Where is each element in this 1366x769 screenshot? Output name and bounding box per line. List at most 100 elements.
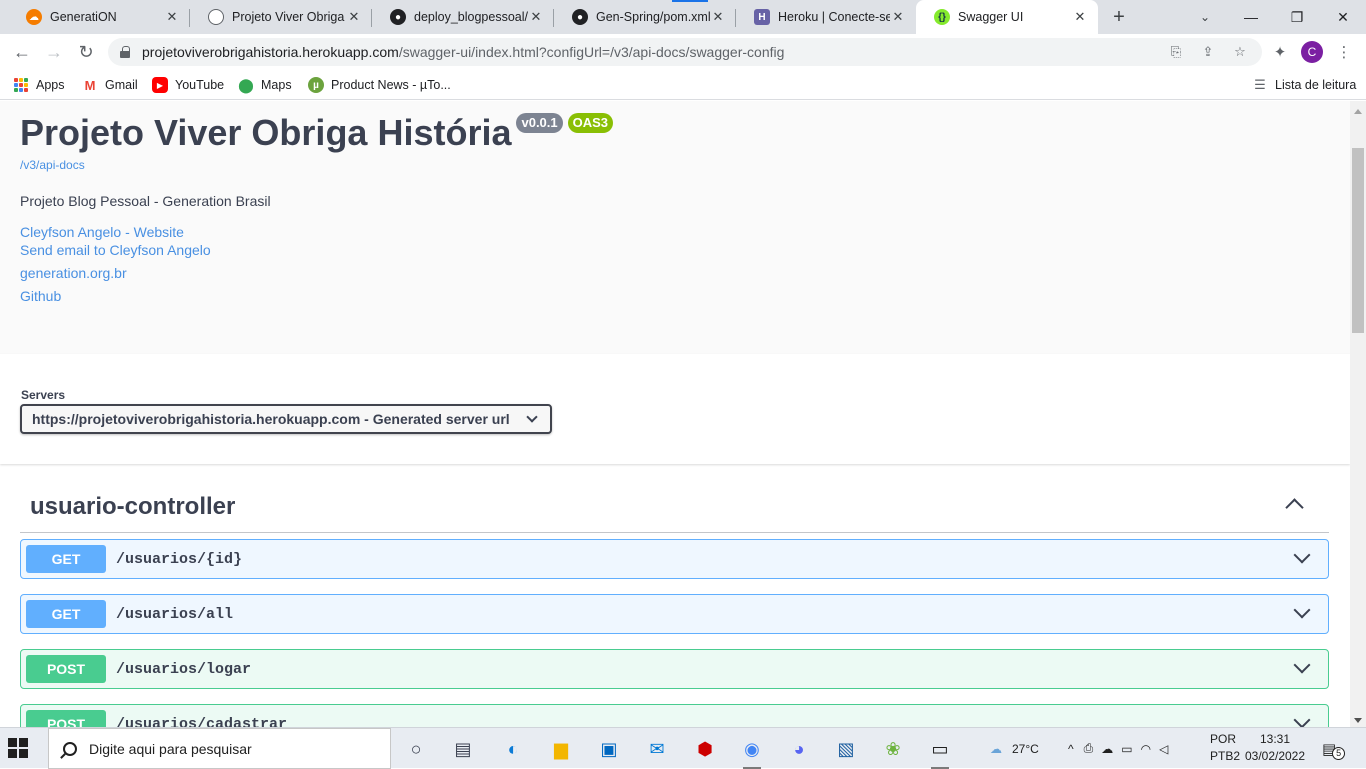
tab-search-icon[interactable]: ⌄ — [1194, 6, 1216, 28]
chevron-down-icon[interactable] — [1293, 601, 1311, 619]
servers-label: Servers — [21, 388, 66, 402]
chevron-down-icon[interactable] — [1293, 656, 1311, 674]
url-path: /swagger-ui/index.html?configUrl=/v3/api… — [398, 44, 785, 60]
scroll-down-icon[interactable] — [1354, 718, 1362, 723]
store-icon[interactable]: ▣ — [594, 734, 624, 764]
new-tab-button[interactable]: + — [1108, 7, 1130, 29]
tray-icons: ^ ⎙ ☁ ▭ ◠ ◁ — [1068, 728, 1168, 769]
reload-icon[interactable]: ↻ — [72, 38, 100, 66]
apps-grid-icon — [14, 78, 28, 92]
server-select[interactable]: https://projetoviverobrigahistoria.herok… — [20, 404, 552, 434]
taskbar-search-input[interactable]: Digite aqui para pesquisar — [48, 728, 391, 769]
translate-icon[interactable]: ⎘ — [1168, 44, 1184, 60]
api-docs-link[interactable]: /v3/api-docs — [20, 158, 85, 172]
restore-icon[interactable]: ❐ — [1274, 0, 1320, 34]
lock-icon[interactable] — [120, 46, 130, 58]
operation-path: /usuarios/logar — [116, 660, 252, 678]
loading-indicator — [672, 0, 708, 2]
discord-icon[interactable]: ◕ — [784, 734, 814, 764]
info-section: Projeto Viver Obriga História v0.0.1 OAS… — [0, 101, 1350, 354]
share-icon[interactable]: ⇪ — [1200, 44, 1216, 60]
mail-icon[interactable]: ✉ — [642, 734, 672, 764]
page-scrollbar[interactable] — [1350, 101, 1366, 727]
close-icon[interactable]: ✕ — [528, 9, 544, 25]
swagger-icon: {} — [934, 9, 950, 25]
map-pin-icon: ⬤ — [238, 76, 254, 93]
tab-projeto-viver[interactable]: Projeto Viver Obriga H ✕ — [190, 0, 372, 34]
generation-link[interactable]: generation.org.br — [20, 265, 127, 281]
url-host: projetoviverobrigahistoria.herokuapp.com — [142, 44, 399, 60]
photos-icon[interactable]: ▧ — [831, 734, 861, 764]
onedrive-icon[interactable]: ☁ — [1101, 742, 1113, 756]
operation-get-usuarios-id[interactable]: GET /usuarios/{id} — [20, 539, 1329, 579]
tab-strip: ☁ GeneratiON ✕ Projeto Viver Obriga H ✕ … — [0, 0, 1366, 34]
chevron-down-icon[interactable] — [1293, 711, 1311, 727]
file-explorer-icon[interactable]: ▆ — [546, 734, 576, 764]
window-close-icon[interactable]: ✕ — [1320, 0, 1366, 34]
method-badge: GET — [26, 600, 106, 628]
close-icon[interactable]: ✕ — [1072, 9, 1088, 25]
meet-icon[interactable]: ⎙ — [1084, 741, 1094, 756]
battery-icon[interactable]: ▭ — [1121, 742, 1132, 756]
extensions-icon[interactable]: ✦ — [1266, 38, 1294, 66]
weather-widget[interactable]: ☁ 27°C — [990, 728, 1039, 769]
bookmark-star-icon[interactable]: ☆ — [1232, 44, 1248, 60]
oas-badge: OAS3 — [567, 113, 614, 133]
gmail-icon: M — [84, 77, 96, 93]
close-icon[interactable]: ✕ — [164, 9, 180, 25]
github-link[interactable]: Github — [20, 288, 61, 304]
bookmark-maps[interactable]: ⬤ Maps — [238, 76, 291, 94]
chevron-up-icon[interactable] — [1285, 498, 1304, 517]
tab-heroku[interactable]: H Heroku | Conecte-se ✕ — [736, 0, 916, 34]
clock[interactable]: 13:31 03/02/2022 — [1240, 731, 1310, 765]
menu-icon[interactable]: ⋮ — [1330, 38, 1358, 66]
tag-title: usuario-controller — [30, 493, 236, 520]
cortana-icon[interactable]: ○ — [401, 734, 431, 764]
chevron-up-icon[interactable]: ^ — [1068, 742, 1074, 756]
reading-list-button[interactable]: ☰ Lista de leitura — [1252, 76, 1356, 94]
bookmark-gmail[interactable]: M Gmail — [82, 76, 138, 94]
notification-center[interactable]: ▤ 5 — [1322, 728, 1346, 769]
website-link[interactable]: Cleyfson Angelo - Website — [20, 224, 184, 240]
app-red-icon[interactable]: ⬢ — [690, 734, 720, 764]
windows-start-icon[interactable] — [8, 738, 28, 758]
forward-icon[interactable]: → — [40, 38, 68, 66]
tab-deploy-blogpessoal[interactable]: ● deploy_blogpessoal/p ✕ — [372, 0, 554, 34]
minimize-icon[interactable]: — — [1228, 0, 1274, 34]
cloud-icon: ☁ — [26, 9, 42, 25]
tag-usuario-controller[interactable]: usuario-controller — [20, 481, 1329, 533]
terminal-icon[interactable]: ▭ — [925, 734, 955, 769]
browser-toolbar: ← → ↻ projetoviverobrigahistoria.herokua… — [0, 34, 1366, 70]
globe-icon — [208, 9, 224, 25]
operation-post-usuarios-logar[interactable]: POST /usuarios/logar — [20, 649, 1329, 689]
bookmark-youtube[interactable]: ▶ YouTube — [152, 76, 224, 94]
profile-button[interactable]: C — [1298, 38, 1326, 66]
email-link[interactable]: Send email to Cleyfson Angelo — [20, 242, 211, 258]
tab-gen-spring[interactable]: ● Gen-Spring/pom.xml ✕ — [554, 0, 736, 34]
scroll-thumb[interactable] — [1352, 148, 1364, 333]
operation-get-usuarios-all[interactable]: GET /usuarios/all — [20, 594, 1329, 634]
edge-icon[interactable]: ◐ — [498, 734, 528, 764]
operation-post-usuarios-cadastrar[interactable]: POST /usuarios/cadastrar — [20, 704, 1329, 727]
tab-generation[interactable]: ☁ GeneratiON ✕ — [8, 0, 190, 34]
bookmark-apps[interactable]: Apps — [14, 76, 65, 94]
method-badge: POST — [26, 655, 106, 683]
back-icon[interactable]: ← — [8, 38, 36, 66]
address-bar[interactable]: projetoviverobrigahistoria.herokuapp.com… — [108, 38, 1262, 66]
volume-icon[interactable]: ◁ — [1159, 742, 1168, 756]
operation-path: /usuarios/cadastrar — [116, 715, 288, 728]
close-icon[interactable]: ✕ — [890, 9, 906, 25]
chrome-icon[interactable]: ◉ — [737, 734, 767, 769]
github-icon: ● — [572, 9, 588, 25]
tab-swagger-ui[interactable]: {} Swagger UI ✕ — [916, 0, 1098, 34]
wifi-icon[interactable]: ◠ — [1141, 742, 1151, 756]
close-icon[interactable]: ✕ — [346, 9, 362, 25]
close-icon[interactable]: ✕ — [710, 9, 726, 25]
github-icon: ● — [390, 9, 406, 25]
language-indicator[interactable]: POR PTB2 — [1210, 731, 1240, 765]
bookmark-product-news[interactable]: µ Product News - µTo... — [308, 76, 451, 94]
scroll-up-icon[interactable] — [1354, 109, 1362, 114]
spring-tools-icon[interactable]: ❀ — [878, 734, 908, 764]
chevron-down-icon[interactable] — [1293, 546, 1311, 564]
task-view-icon[interactable]: ▤ — [448, 734, 478, 764]
